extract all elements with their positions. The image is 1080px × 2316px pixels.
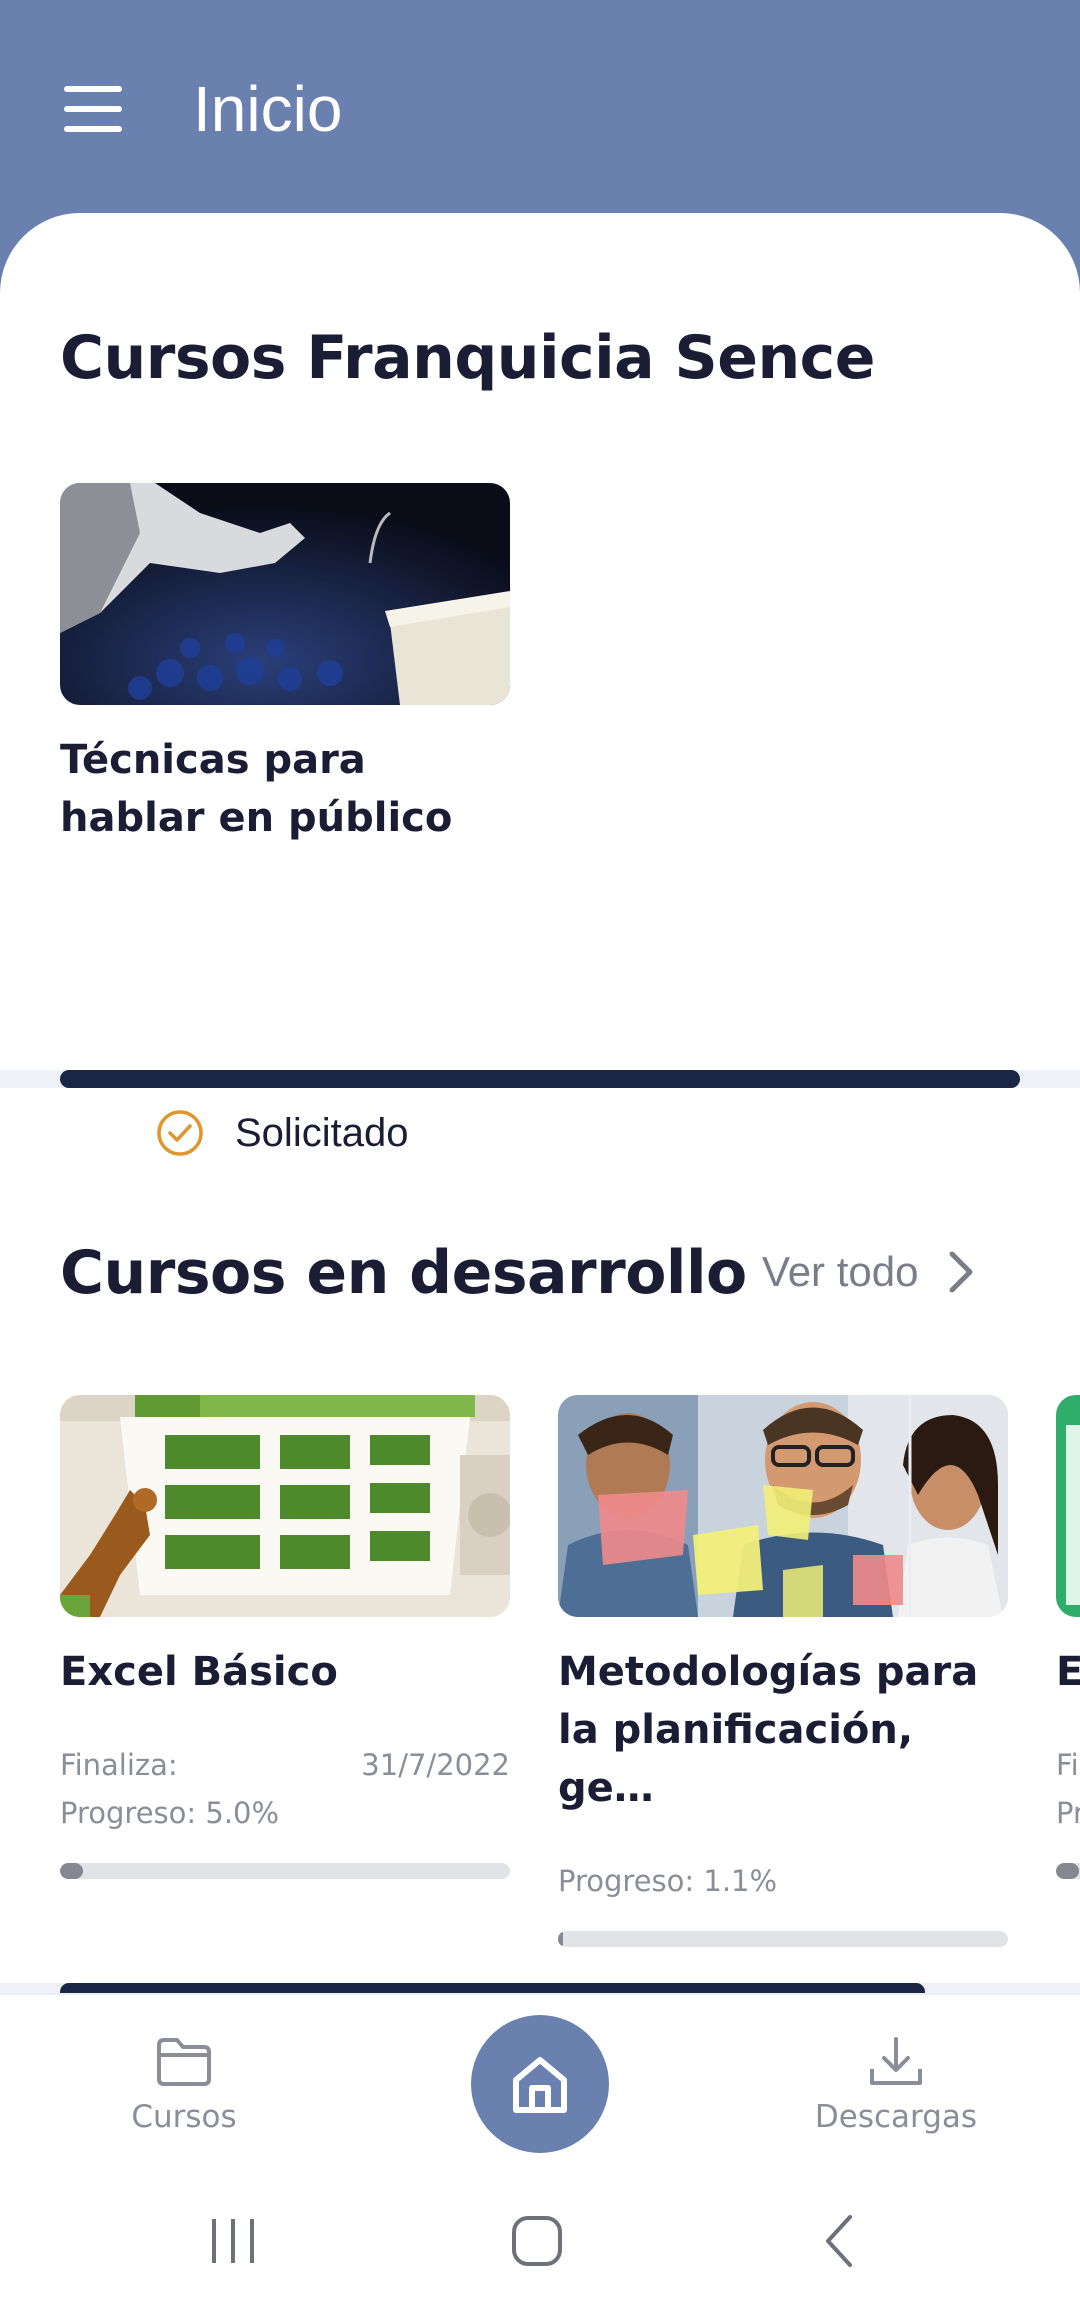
progress-fill [558, 1931, 563, 1947]
course-card-public-speaking[interactable]: Técnicas para hablar en público [60, 483, 510, 847]
app-bar: Inicio [0, 0, 1080, 230]
nav-label-courses: Cursos [131, 2099, 237, 2135]
recent-apps-icon[interactable] [208, 2211, 258, 2275]
progress-bar [60, 1863, 510, 1879]
course-thumbnail [60, 1395, 510, 1617]
bottom-nav: Cursos Descargas [0, 1993, 1080, 2173]
course-meta: Finaliza: 31/7/2022 Progreso: 5.0% [60, 1741, 510, 1879]
progress-bar [558, 1931, 1008, 1947]
progress-text: Pr [1056, 1796, 1080, 1830]
page-title: Inicio [193, 73, 343, 145]
course-thumbnail [558, 1395, 1008, 1617]
nav-label-downloads: Descargas [814, 2099, 978, 2135]
progress-fill [60, 1863, 83, 1879]
course-end: Finaliza: 31/7/2022 [60, 1741, 510, 1789]
carousel-scroll-thumb[interactable] [60, 1070, 1020, 1088]
carousel-scrollbar[interactable] [0, 1983, 1080, 1993]
section-title-development: Cursos en desarrollo [60, 1238, 747, 1308]
folder-icon [157, 2038, 211, 2086]
carousel-scrollbar[interactable] [0, 1070, 1080, 1088]
course-meta: Fi Pr [1056, 1741, 1080, 1879]
progress-text: Progreso: 1.1% [558, 1864, 778, 1898]
nav-item-courses[interactable]: Cursos [84, 2035, 284, 2135]
home-button[interactable] [471, 2015, 609, 2153]
course-title: Excel Básico [60, 1649, 338, 1695]
back-icon[interactable] [818, 2211, 862, 2275]
carousel-scroll-thumb[interactable] [60, 1983, 925, 1993]
section-title-sence: Cursos Franquicia Sence [60, 323, 875, 393]
nav-item-downloads[interactable]: Descargas [796, 2035, 996, 2135]
course-card-methodologies[interactable]: Metodologías para la planificación, ge… … [558, 1395, 1008, 1947]
system-home-icon[interactable] [508, 2211, 568, 2275]
end-date: 31/7/2022 [361, 1748, 510, 1782]
status-label: Solicitado [235, 1110, 409, 1155]
download-icon [870, 2037, 922, 2085]
progress-fill [1056, 1863, 1079, 1879]
course-card-excel[interactable]: Excel Básico Finaliza: 31/7/2022 Progres… [60, 1395, 510, 1879]
system-nav-bar [0, 2173, 1080, 2316]
check-circle-icon [157, 1110, 203, 1156]
progress-text: Progreso: 5.0% [60, 1796, 280, 1830]
course-card-partial[interactable]: Ex Fi Pr [1056, 1395, 1080, 1879]
course-thumbnail [1056, 1395, 1080, 1617]
course-title: Técnicas para hablar en público [60, 737, 453, 841]
progress-bar [1056, 1863, 1080, 1879]
course-title: Ex [1056, 1649, 1080, 1695]
course-title: Metodologías para la planificación, ge… [558, 1649, 979, 1811]
end-label: Finaliza: [60, 1748, 178, 1782]
menu-icon[interactable] [58, 82, 134, 142]
content-sheet: Cursos Franquicia Sence Técnicas para ha… [0, 213, 1080, 1993]
end-label: Fi [1056, 1748, 1079, 1782]
course-thumbnail [60, 483, 510, 705]
status-badge: Solicitado [155, 1108, 408, 1158]
see-all-link[interactable]: Ver todo [762, 1248, 976, 1296]
chevron-right-icon [949, 1251, 973, 1293]
course-meta: Progreso: 1.1% [558, 1857, 1008, 1947]
home-icon [513, 2057, 567, 2113]
see-all-label: Ver todo [762, 1248, 919, 1295]
